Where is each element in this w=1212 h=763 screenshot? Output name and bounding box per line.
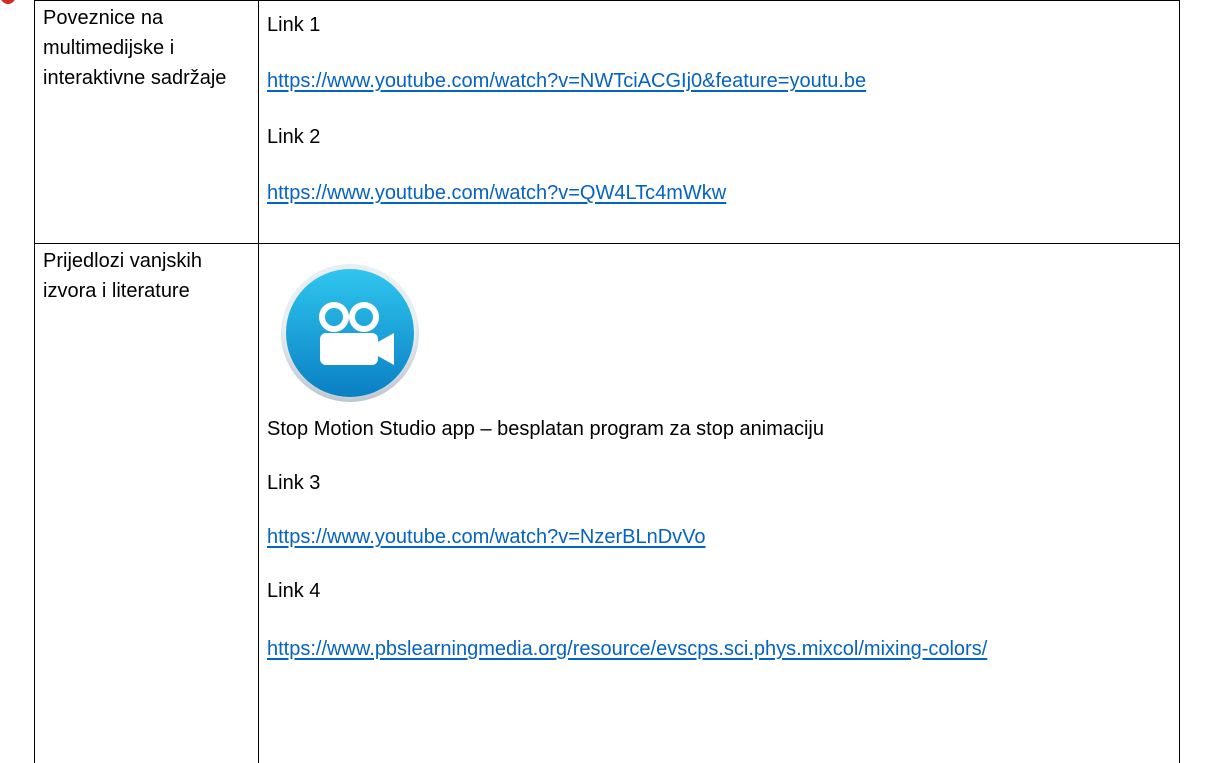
link-3-label: Link 3 [267,472,321,494]
table-row: Poveznice na multimedijske i interaktivn… [34,0,1180,244]
document-page: Poveznice na multimedijske i interaktivn… [0,0,1212,763]
link-1-url[interactable]: https://www.youtube.com/watch?v=NWTciACG… [267,70,866,92]
video-camera-app-icon [281,264,419,402]
link-1-label: Link 1 [267,14,321,36]
row-content-external-sources: Stop Motion Studio app – besplatan progr… [258,243,1180,763]
resources-table: Poveznice na multimedijske i interaktivn… [34,0,1180,763]
table-row: Prijedlozi vanjskih izvora i literature [34,243,1180,763]
red-accent-shape [0,0,16,4]
link-2-url[interactable]: https://www.youtube.com/watch?v=QW4LTc4m… [267,182,726,204]
link-4-label: Link 4 [267,580,321,602]
link-2-label: Link 2 [267,126,321,148]
row-content-multimedia: Link 1 https://www.youtube.com/watch?v=N… [258,0,1180,244]
row-label-multimedia: Poveznice na multimedijske i interaktivn… [34,0,259,244]
link-4-url[interactable]: https://www.pbslearningmedia.org/resourc… [267,638,987,660]
app-description: Stop Motion Studio app – besplatan progr… [267,418,825,440]
row-label-external-sources: Prijedlozi vanjskih izvora i literature [34,243,259,763]
link-3-url[interactable]: https://www.youtube.com/watch?v=NzerBLnD… [267,526,706,548]
